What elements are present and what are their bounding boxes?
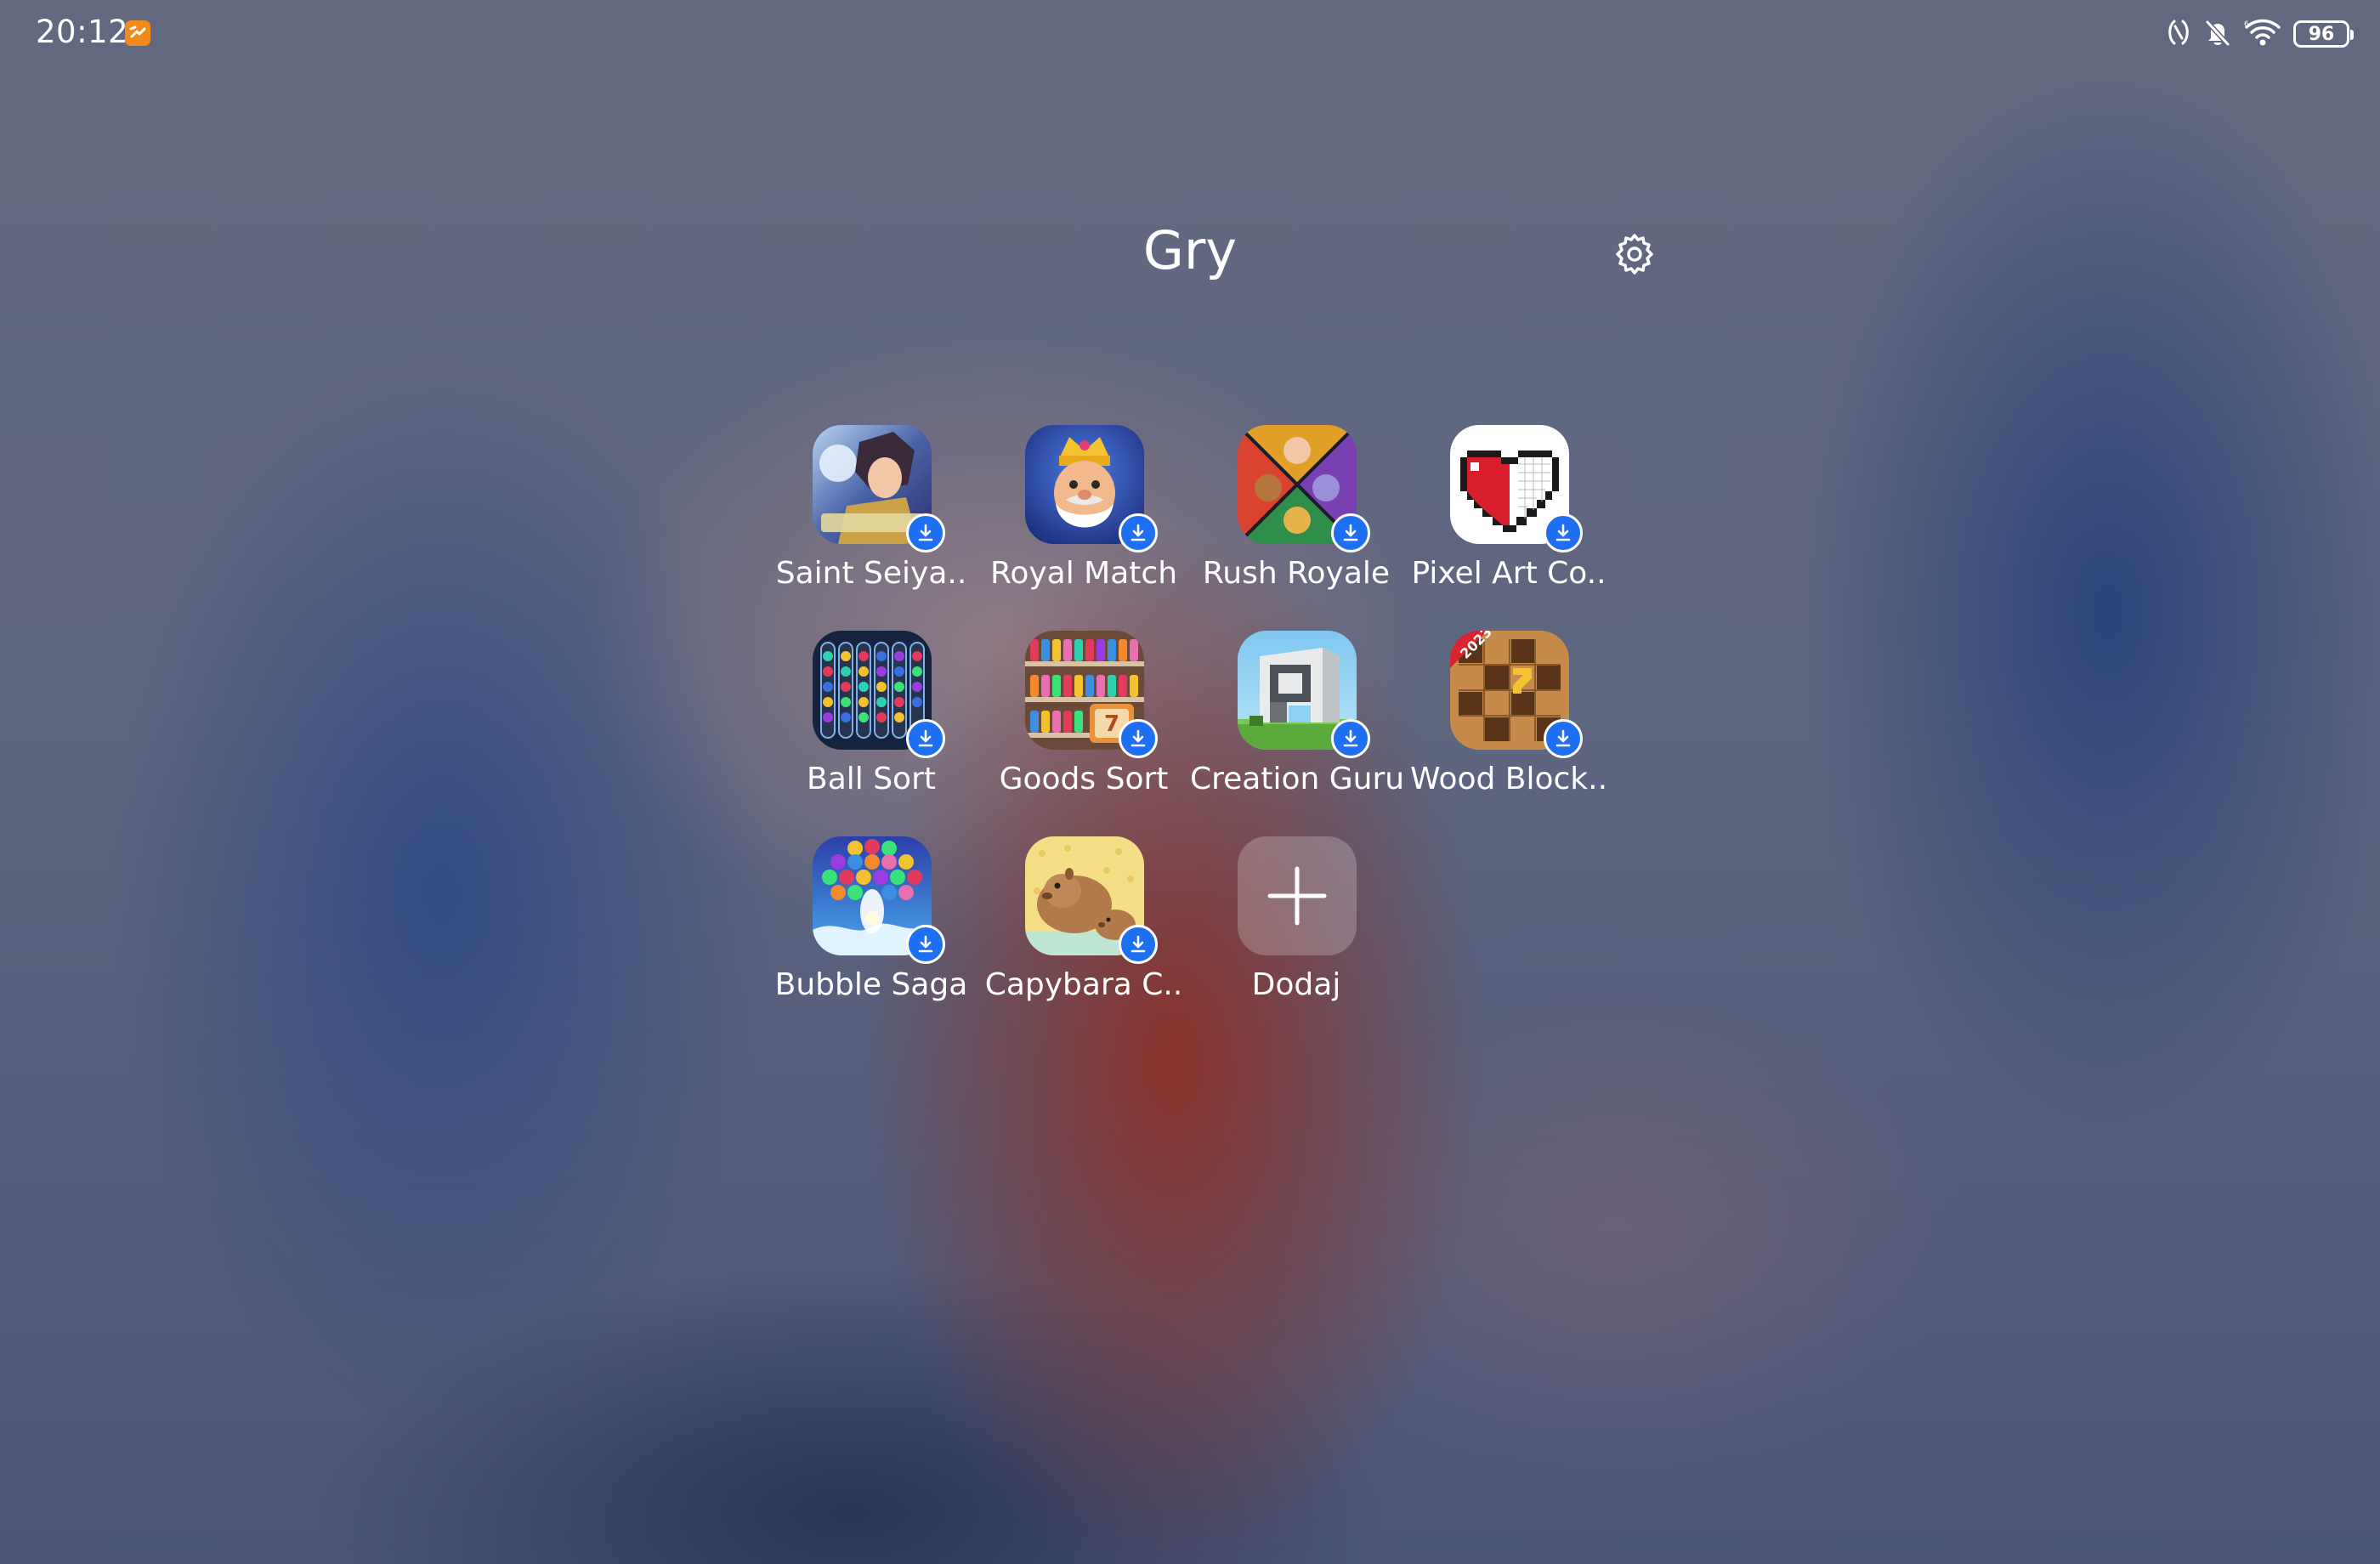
folder-title[interactable]: Gry (1020, 219, 1360, 281)
add-app-button[interactable]: Dodaj (1190, 830, 1402, 1025)
status-clock: 20:12 (36, 14, 129, 50)
app-label: Ball Sort (807, 762, 936, 796)
nfc-icon (2166, 18, 2191, 50)
app-goods-sort[interactable]: 7 Goods Sort (978, 624, 1190, 819)
app-label: Royal Match (989, 556, 1178, 591)
app-bubble-saga[interactable]: Bubble Saga (765, 830, 978, 1025)
download-icon (906, 719, 945, 758)
download-icon (1331, 719, 1370, 758)
app-label: Creation Guru (1190, 762, 1402, 796)
add-app-label: Dodaj (1251, 967, 1341, 1002)
status-bar: 20:12 6 96 (0, 0, 2380, 68)
download-icon (1119, 513, 1158, 552)
svg-text:6: 6 (2244, 20, 2249, 29)
download-icon (906, 513, 945, 552)
download-icon (1331, 513, 1370, 552)
app-rush-royale[interactable]: Rush Royale (1190, 418, 1402, 614)
app-capybara[interactable]: Capybara C.. (978, 830, 1190, 1025)
notification-app-icon (125, 20, 150, 46)
wifi-icon: 6 (2244, 18, 2281, 50)
app-label: Bubble Saga (774, 967, 968, 1002)
battery-level: 96 (2308, 23, 2335, 45)
download-icon (1119, 925, 1158, 964)
svg-text:7: 7 (1104, 711, 1119, 737)
app-ball-sort[interactable]: Ball Sort (765, 624, 978, 819)
download-icon (1544, 719, 1583, 758)
download-icon (906, 925, 945, 964)
app-label: Capybara C.. (984, 967, 1183, 1002)
app-label: Pixel Art Co.. (1411, 556, 1606, 591)
app-creation-guru[interactable]: Creation Guru (1190, 624, 1402, 819)
mute-icon (2203, 18, 2232, 50)
app-wood-block[interactable]: 2023 Wood Block.. (1402, 624, 1615, 819)
app-label: Rush Royale (1202, 556, 1391, 591)
app-label: Goods Sort (999, 762, 1169, 796)
status-icons: 6 96 (2166, 17, 2354, 51)
gear-icon[interactable] (1612, 231, 1658, 277)
battery-icon: 96 (2293, 20, 2354, 48)
app-royal-match[interactable]: Royal Match (978, 418, 1190, 614)
app-label: Wood Block.. (1409, 762, 1608, 796)
app-pixel-art[interactable]: Pixel Art Co.. (1402, 418, 1615, 614)
download-icon (1119, 719, 1158, 758)
app-label: Saint Seiya.. (775, 556, 967, 591)
download-icon (1544, 513, 1583, 552)
app-saint-seiya[interactable]: Saint Seiya.. (765, 418, 978, 614)
plus-icon[interactable] (1238, 836, 1357, 955)
